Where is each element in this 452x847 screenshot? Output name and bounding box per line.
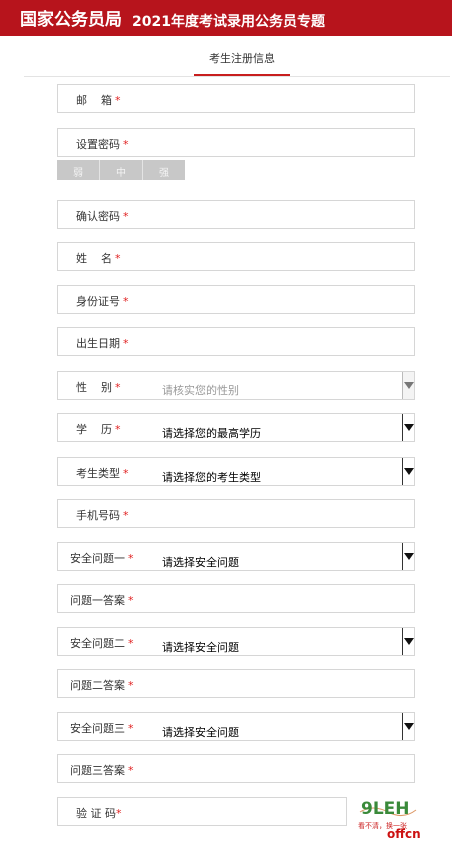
security-question-2-select[interactable]: 安全问题二 * 请选择安全问题 bbox=[57, 627, 415, 656]
security-question-3-select[interactable]: 安全问题三 * 请选择安全问题 bbox=[57, 712, 415, 741]
gender-label: 性 别 * bbox=[76, 381, 121, 394]
confirm-password-label: 确认密码 * bbox=[76, 210, 129, 223]
tab-registration-info[interactable]: 考生注册信息 bbox=[194, 50, 290, 76]
security-question-3-value: 请选择安全问题 bbox=[162, 726, 239, 739]
birth-date-label: 出生日期 * bbox=[76, 337, 129, 350]
candidate-type-select[interactable]: 考生类型 * 请选择您的考生类型 bbox=[57, 457, 415, 486]
id-number-field[interactable]: 身份证号 * bbox=[57, 285, 415, 314]
dropdown-arrow-icon[interactable] bbox=[402, 414, 414, 441]
security-question-2-label: 安全问题二 * bbox=[70, 637, 134, 650]
tab-bar: 考生注册信息 bbox=[24, 36, 450, 77]
watermark: offcn bbox=[387, 827, 421, 841]
confirm-password-field[interactable]: 确认密码 * bbox=[57, 200, 415, 229]
answer-3-label: 问题三答案 * bbox=[70, 764, 134, 777]
captcha-image[interactable]: 9LEH 看不清，换一张 bbox=[358, 792, 418, 832]
dropdown-arrow-icon[interactable] bbox=[402, 543, 414, 570]
password-field[interactable]: 设置密码 * bbox=[57, 128, 415, 157]
security-question-2-value: 请选择安全问题 bbox=[162, 641, 239, 654]
security-question-1-select[interactable]: 安全问题一 * 请选择安全问题 bbox=[57, 542, 415, 571]
education-label: 学 历 * bbox=[76, 423, 121, 436]
gender-select[interactable]: 性 别 * 请核实您的性别 bbox=[57, 371, 415, 400]
strength-weak: 弱 bbox=[73, 168, 83, 179]
strength-strong: 强 bbox=[159, 168, 169, 179]
dropdown-arrow-icon[interactable] bbox=[402, 713, 414, 740]
answer-3-field[interactable]: 问题三答案 * bbox=[57, 754, 415, 783]
phone-label: 手机号码 * bbox=[76, 509, 129, 522]
password-strength-meter: 弱 中 强 bbox=[57, 160, 185, 180]
answer-2-label: 问题二答案 * bbox=[70, 679, 134, 692]
education-select[interactable]: 学 历 * 请选择您的最高学历 bbox=[57, 413, 415, 442]
dropdown-arrow-icon[interactable] bbox=[402, 372, 414, 399]
security-question-1-value: 请选择安全问题 bbox=[162, 556, 239, 569]
answer-2-field[interactable]: 问题二答案 * bbox=[57, 669, 415, 698]
topic-title: 2021年度考试录用公务员专题 bbox=[132, 14, 325, 30]
education-value: 请选择您的最高学历 bbox=[162, 427, 261, 440]
email-label: 邮 箱 * bbox=[76, 94, 121, 107]
captcha-text: 9LEH bbox=[361, 799, 410, 819]
name-label: 姓 名 * bbox=[76, 252, 121, 265]
answer-1-label: 问题一答案 * bbox=[70, 594, 134, 607]
email-field[interactable]: 邮 箱 * bbox=[57, 84, 415, 113]
security-question-3-label: 安全问题三 * bbox=[70, 722, 134, 735]
header-bar: 国家公务员局 2021年度考试录用公务员专题 bbox=[0, 0, 452, 36]
dropdown-arrow-icon[interactable] bbox=[402, 628, 414, 655]
name-field[interactable]: 姓 名 * bbox=[57, 242, 415, 271]
candidate-type-value: 请选择您的考生类型 bbox=[162, 471, 261, 484]
phone-field[interactable]: 手机号码 * bbox=[57, 499, 415, 528]
candidate-type-label: 考生类型 * bbox=[76, 467, 129, 480]
dropdown-arrow-icon[interactable] bbox=[402, 458, 414, 485]
strength-medium: 中 bbox=[116, 168, 126, 179]
password-label: 设置密码 * bbox=[76, 138, 129, 151]
site-name[interactable]: 国家公务员局 bbox=[20, 5, 122, 30]
answer-1-field[interactable]: 问题一答案 * bbox=[57, 584, 415, 613]
birth-date-field[interactable]: 出生日期 * bbox=[57, 327, 415, 356]
id-number-label: 身份证号 * bbox=[76, 295, 129, 308]
captcha-label: 验 证 码* bbox=[76, 807, 122, 820]
security-question-1-label: 安全问题一 * bbox=[70, 552, 134, 565]
captcha-field[interactable]: 验 证 码* bbox=[57, 797, 347, 826]
gender-placeholder: 请核实您的性别 bbox=[162, 384, 239, 397]
